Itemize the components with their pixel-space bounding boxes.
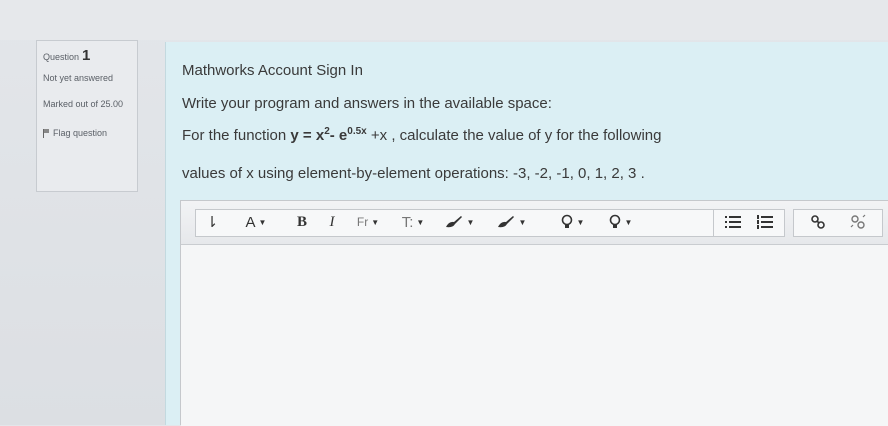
function-y-term: y = x (290, 127, 325, 144)
font-family-icon: Fr (356, 215, 369, 229)
font-size-icon: T: (401, 213, 414, 231)
brush-icon (445, 216, 462, 228)
font-color-dropdown[interactable]: A ▼ (239, 209, 273, 235)
bold-icon: B (296, 213, 307, 230)
answer-editor: ⇂ A ▼ B I Fr ▼ T: ▼ ▼ ▼ ▼ ▼ (180, 200, 888, 426)
chevron-down-icon: ▼ (576, 217, 585, 227)
question-instruction: Write your program and answers in the av… (182, 95, 552, 112)
editor-content-area[interactable] (181, 245, 888, 426)
chevron-down-icon: ▼ (624, 217, 633, 227)
ordered-list-button[interactable] (753, 209, 777, 235)
chevron-down-icon: ▼ (466, 217, 475, 227)
question-number-value: 1 (82, 47, 91, 64)
flag-question-button[interactable]: Flag question (43, 128, 131, 138)
numbered-list-icon (757, 215, 773, 229)
background-color-dropdown[interactable]: ▼ (491, 209, 531, 235)
chevron-down-icon: ▼ (258, 217, 267, 227)
flag-question-label: Flag question (53, 128, 108, 138)
question-label: Question (43, 52, 80, 62)
editor-toolbar: ⇂ A ▼ B I Fr ▼ T: ▼ ▼ ▼ ▼ ▼ (181, 201, 888, 245)
italic-button[interactable]: I (321, 209, 343, 235)
question-values-line: values of x using element-by-element ope… (182, 165, 645, 182)
bullet-list-icon (725, 216, 741, 228)
text-color-dropdown[interactable]: ▼ (439, 209, 479, 235)
page-header-strip (0, 0, 888, 40)
unlink-button[interactable] (845, 209, 871, 235)
chevron-down-icon: ▼ (416, 217, 425, 227)
font-family-dropdown[interactable]: Fr ▼ (351, 209, 385, 235)
link-icon (811, 215, 825, 229)
paint-icon (497, 216, 514, 228)
style-dropdown-2[interactable]: ▼ (601, 209, 639, 235)
question-title: Mathworks Account Sign In (182, 62, 363, 79)
chevron-down-icon: ▼ (518, 217, 527, 227)
lightbulb-icon (609, 214, 620, 228)
flag-icon (43, 129, 50, 138)
question-info: Question 1 Not yet answered Marked out o… (36, 40, 138, 192)
question-number: Question 1 (43, 47, 131, 64)
unlink-icon (850, 214, 866, 229)
italic-icon: I (329, 213, 335, 230)
toolbar-expand-button[interactable]: ⇂ (199, 209, 225, 235)
font-size-dropdown[interactable]: T: ▼ (396, 209, 430, 235)
unordered-list-button[interactable] (721, 209, 745, 235)
function-prefix: For the function (182, 127, 291, 144)
expand-icon: ⇂ (205, 214, 219, 231)
lightbulb-icon (561, 214, 572, 228)
question-function-line: For the function y = x2- e0.5x +x , calc… (182, 126, 661, 144)
chevron-down-icon: ▼ (371, 217, 380, 227)
question-grade: Marked out of 25.00 (43, 99, 124, 109)
function-exponent-2: 0.5x (347, 126, 367, 137)
style-dropdown-1[interactable]: ▼ (553, 209, 591, 235)
bold-button[interactable]: B (291, 209, 313, 235)
link-button[interactable] (805, 209, 831, 235)
function-suffix: +x , calculate the value of y for the fo… (366, 127, 662, 144)
function-e-term: - e (329, 127, 348, 144)
font-color-icon: A (245, 213, 256, 231)
question-state: Not yet answered (43, 73, 114, 83)
